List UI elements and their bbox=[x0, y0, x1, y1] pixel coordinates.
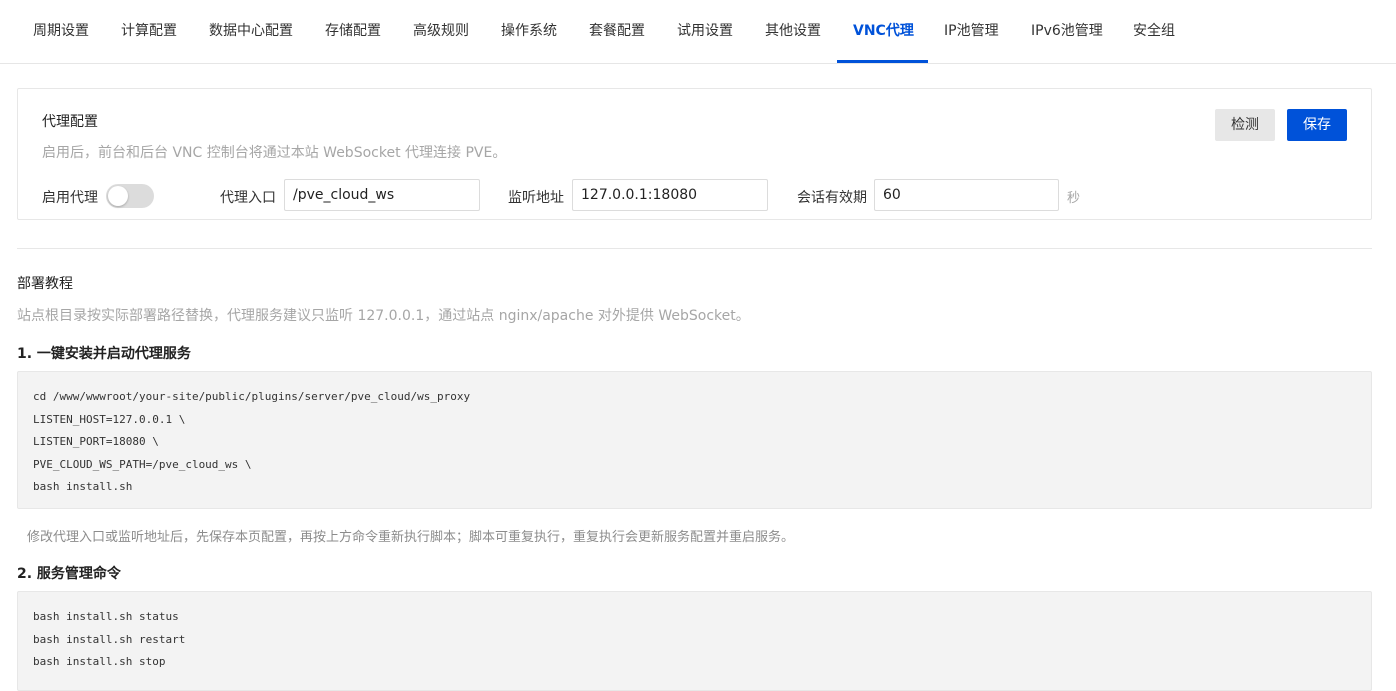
listen-address-input[interactable]: 127.0.0.1:18080 bbox=[572, 179, 768, 211]
enable-proxy-toggle[interactable] bbox=[106, 184, 154, 208]
tab-ip-pool[interactable]: IP池管理 bbox=[944, 0, 999, 63]
tab-ipv6-pool[interactable]: IPv6池管理 bbox=[1031, 0, 1103, 63]
settings-tabs: 周期设置 计算配置 数据中心配置 存储配置 高级规则 操作系统 套餐配置 试用设… bbox=[0, 0, 1396, 64]
code-line: bash install.sh bbox=[33, 480, 133, 494]
proxy-entry-input[interactable]: /pve_cloud_ws bbox=[284, 179, 480, 211]
tab-datacenter-config[interactable]: 数据中心配置 bbox=[209, 0, 293, 63]
proxy-config-description: 启用后，前台和后台 VNC 控制台将通过本站 WebSocket 代理连接 PV… bbox=[42, 145, 507, 161]
tab-package-config[interactable]: 套餐配置 bbox=[589, 0, 645, 63]
proxy-config-title: 代理配置 bbox=[42, 114, 98, 130]
tab-advanced-rules[interactable]: 高级规则 bbox=[413, 0, 469, 63]
step2-title: 2. 服务管理命令 bbox=[17, 566, 121, 582]
install-note: 修改代理入口或监听地址后，先保存本页配置，再按上方命令重新执行脚本；脚本可重复执… bbox=[27, 530, 795, 545]
toggle-knob bbox=[108, 186, 128, 206]
tutorial-description: 站点根目录按实际部署路径替换，代理服务建议只监听 127.0.0.1，通过站点 … bbox=[17, 308, 750, 324]
code-line: LISTEN_HOST=127.0.0.1 \ bbox=[33, 412, 186, 426]
code-line: bash install.sh status bbox=[33, 610, 179, 623]
listen-address-label: 监听地址 bbox=[508, 190, 564, 206]
tutorial-title: 部署教程 bbox=[17, 276, 73, 292]
tab-operating-system[interactable]: 操作系统 bbox=[501, 0, 557, 63]
active-tab-indicator bbox=[837, 60, 928, 63]
tab-vnc-proxy[interactable]: VNC代理 bbox=[853, 0, 914, 63]
tab-trial-settings[interactable]: 试用设置 bbox=[677, 0, 733, 63]
save-button[interactable]: 保存 bbox=[1287, 109, 1347, 141]
detect-button[interactable]: 检测 bbox=[1215, 109, 1275, 141]
tab-compute-config[interactable]: 计算配置 bbox=[121, 0, 177, 63]
section-divider bbox=[17, 248, 1372, 249]
code-line: bash install.sh restart bbox=[33, 632, 186, 646]
tab-other-settings[interactable]: 其他设置 bbox=[765, 0, 821, 63]
service-code-block[interactable]: bash install.sh status bash install.sh r… bbox=[17, 591, 1372, 691]
code-line: cd /www/wwwroot/your-site/public/plugins… bbox=[33, 390, 471, 403]
step1-title: 1. 一键安装并启动代理服务 bbox=[17, 346, 191, 362]
proxy-entry-label: 代理入口 bbox=[220, 190, 276, 206]
proxy-config-card: 代理配置 启用后，前台和后台 VNC 控制台将通过本站 WebSocket 代理… bbox=[17, 88, 1372, 220]
tab-security-group[interactable]: 安全组 bbox=[1133, 0, 1175, 63]
session-ttl-label: 会话有效期 bbox=[797, 190, 867, 206]
tab-storage-config[interactable]: 存储配置 bbox=[325, 0, 381, 63]
enable-proxy-label: 启用代理 bbox=[42, 190, 98, 206]
code-line: LISTEN_PORT=18080 \ bbox=[33, 435, 159, 449]
code-line: bash install.sh stop bbox=[33, 655, 166, 669]
session-ttl-unit: 秒 bbox=[1067, 191, 1081, 206]
code-line: PVE_CLOUD_WS_PATH=/pve_cloud_ws \ bbox=[33, 457, 252, 471]
install-code-block[interactable]: cd /www/wwwroot/your-site/public/plugins… bbox=[17, 371, 1372, 509]
session-ttl-input[interactable]: 60 bbox=[874, 179, 1059, 211]
tab-cycle-settings[interactable]: 周期设置 bbox=[33, 0, 89, 63]
